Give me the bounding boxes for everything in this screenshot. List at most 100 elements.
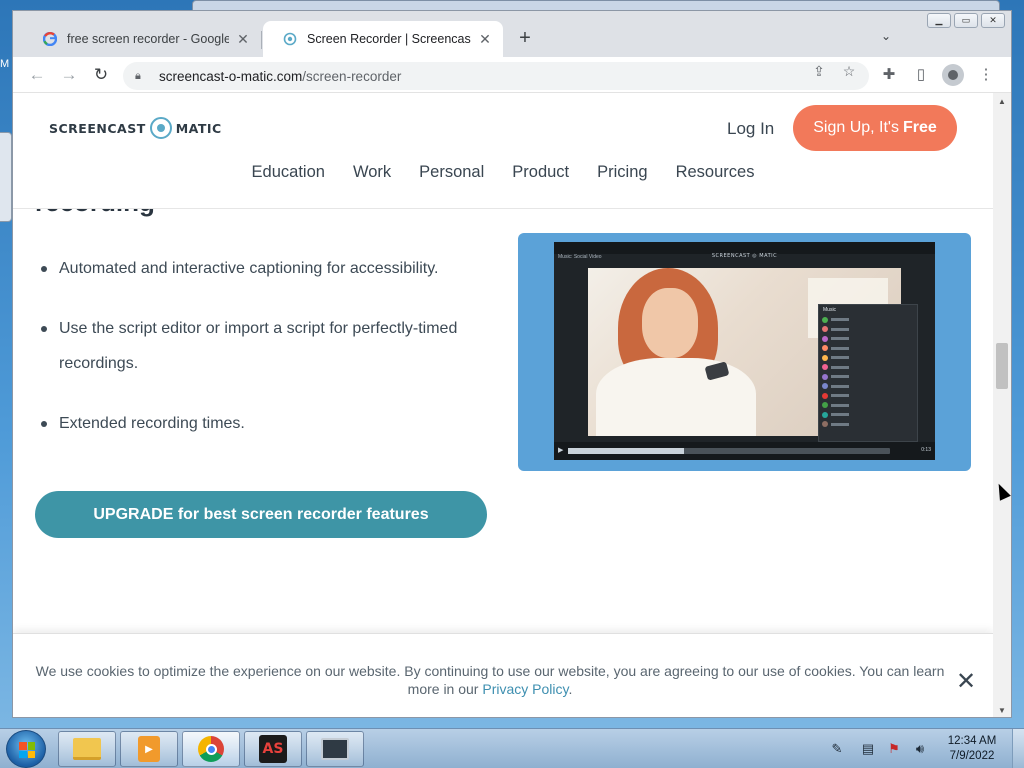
chrome-icon — [198, 736, 224, 762]
logo-text-left: SCREENCAST — [49, 120, 146, 136]
playback-progress — [568, 448, 890, 454]
back-arrow-icon[interactable]: ← — [25, 63, 49, 87]
scrollbar-thumb[interactable] — [996, 343, 1008, 389]
nav-product[interactable]: Product — [512, 163, 569, 182]
bookmark-star-icon[interactable]: ☆ — [840, 63, 858, 80]
main-nav: Education Work Personal Product Pricing … — [13, 163, 993, 182]
taskbar-as-app[interactable]: AS — [244, 731, 302, 767]
action-center-flag-icon[interactable]: ⚑ — [884, 741, 904, 757]
extensions-puzzle-icon[interactable]: ✚ — [879, 65, 899, 83]
media-player-icon: ▶ — [138, 736, 160, 762]
nav-pricing[interactable]: Pricing — [597, 163, 647, 182]
notes-pen-icon[interactable]: ✎ — [822, 741, 852, 757]
close-window-button[interactable]: ✕ — [981, 13, 1005, 28]
clock-date: 7/9/2022 — [949, 750, 995, 762]
profile-avatar-icon[interactable] — [942, 64, 964, 86]
address-bar[interactable]: 🔒︎ screencast-o-matic.com/screen-recorde… — [123, 62, 869, 90]
music-row — [819, 344, 917, 354]
explorer-icon — [73, 738, 101, 760]
privacy-policy-link[interactable]: Privacy Policy — [482, 681, 568, 697]
url-domain: screencast-o-matic.com — [159, 68, 303, 84]
window-controls: ▁ ▭ ✕ — [927, 13, 1005, 28]
nav-education[interactable]: Education — [252, 163, 325, 182]
feature-list: Automated and interactive captioning for… — [39, 251, 499, 466]
taskbar-explorer[interactable] — [58, 731, 116, 767]
product-preview-image: Music: Social Video SCREENCAST ◎ MATIC M… — [518, 233, 971, 471]
tab-strip: free screen recorder - Google Se ✕ Scree… — [13, 11, 1011, 57]
music-row — [819, 410, 917, 420]
taskbar-monitor-app[interactable] — [306, 731, 364, 767]
music-row — [819, 315, 917, 325]
playback-progress-fill — [568, 448, 684, 454]
reload-icon[interactable]: ↻ — [89, 63, 113, 87]
logo-mark-icon — [149, 117, 172, 139]
taskbar: ▶ AS ✎ ▤ ⚑ 🔊︎ 12:34 AM 7/9/2022 — [0, 728, 1024, 768]
monitor-app-icon — [321, 738, 349, 760]
menu-kebab-icon[interactable]: ⋮ — [976, 65, 996, 83]
music-panel-title: Music — [823, 307, 837, 313]
music-row — [819, 363, 917, 373]
close-cookie-icon[interactable]: ✕ — [955, 670, 977, 694]
play-icon: ▶ — [558, 447, 564, 454]
music-row — [819, 353, 917, 363]
network-icon[interactable]: ▤ — [858, 741, 878, 757]
page-scrollbar[interactable]: ▲ ▼ — [993, 93, 1011, 717]
taskbar-media-player[interactable]: ▶ — [120, 731, 178, 767]
windows-logo-icon — [19, 742, 35, 758]
tab-google-search[interactable]: free screen recorder - Google Se ✕ — [23, 21, 261, 57]
signup-button[interactable]: Sign Up, It's Free — [793, 105, 957, 151]
close-tab-icon[interactable]: ✕ — [477, 31, 493, 48]
side-panel-icon[interactable]: ▯ — [911, 65, 931, 83]
playback-time: 0:13 — [921, 447, 931, 453]
address-url: screencast-o-matic.com/screen-recorder — [159, 69, 401, 84]
share-icon[interactable]: ⇪ — [810, 63, 828, 80]
maximize-button[interactable]: ▭ — [954, 13, 978, 28]
minimize-button[interactable]: ▁ — [927, 13, 951, 28]
music-row — [819, 334, 917, 344]
show-desktop-button[interactable] — [1012, 729, 1024, 768]
scroll-up-arrow-icon[interactable]: ▲ — [998, 97, 1006, 106]
cookie-suffix: . — [568, 681, 573, 697]
url-path: /screen-recorder — [302, 68, 402, 84]
clock-time: 12:34 AM — [947, 735, 997, 747]
music-row — [819, 401, 917, 411]
lock-icon: 🔒︎ — [135, 69, 141, 82]
nav-resources[interactable]: Resources — [676, 163, 755, 182]
login-link[interactable]: Log In — [727, 119, 774, 139]
google-icon — [43, 32, 57, 46]
signup-label-bold: Free — [902, 119, 937, 136]
browser-window: free screen recorder - Google Se ✕ Scree… — [12, 10, 1012, 718]
web-page: SCREENCAST MATIC Log In Sign Up, It's Fr… — [13, 93, 993, 717]
music-row — [819, 325, 917, 335]
feature-item: Extended recording times. — [39, 406, 499, 441]
feature-item: Automated and interactive captioning for… — [39, 251, 499, 286]
screencast-o-matic-icon — [283, 32, 297, 46]
tab-title: Screen Recorder | Screencast-O-M — [307, 32, 471, 46]
woman-face — [642, 288, 698, 358]
feature-item: Use the script editor or import a script… — [39, 311, 499, 381]
music-row — [819, 372, 917, 382]
editor-brand: SCREENCAST ◎ MATIC — [711, 253, 778, 259]
cookie-banner: We use cookies to optimize the experienc… — [13, 633, 993, 717]
as-app-icon: AS — [259, 735, 287, 763]
start-button[interactable] — [6, 730, 46, 768]
player-controls: ▶ 0:13 — [554, 442, 935, 460]
scroll-down-arrow-icon[interactable]: ▼ — [998, 706, 1006, 715]
tab-screen-recorder[interactable]: Screen Recorder | Screencast-O-M ✕ — [263, 21, 503, 57]
screencast-o-matic-logo[interactable]: SCREENCAST MATIC — [49, 117, 222, 139]
new-tab-button[interactable]: + — [513, 27, 537, 49]
logo-text-right: MATIC — [175, 120, 222, 136]
volume-icon[interactable]: 🔊︎ — [910, 741, 930, 757]
music-row — [819, 420, 917, 430]
forward-arrow-icon[interactable]: → — [57, 63, 81, 87]
tab-title: free screen recorder - Google Se — [67, 32, 229, 46]
close-tab-icon[interactable]: ✕ — [235, 31, 251, 48]
video-editor-screenshot: Music: Social Video SCREENCAST ◎ MATIC M… — [554, 242, 935, 460]
music-row — [819, 391, 917, 401]
clock[interactable]: 12:34 AM 7/9/2022 — [936, 734, 1008, 764]
tab-search-chevron-icon[interactable]: ⌄ — [881, 29, 891, 43]
nav-work[interactable]: Work — [353, 163, 391, 182]
taskbar-chrome[interactable] — [182, 731, 240, 767]
nav-personal[interactable]: Personal — [419, 163, 484, 182]
upgrade-button[interactable]: UPGRADE for best screen recorder feature… — [35, 491, 487, 538]
